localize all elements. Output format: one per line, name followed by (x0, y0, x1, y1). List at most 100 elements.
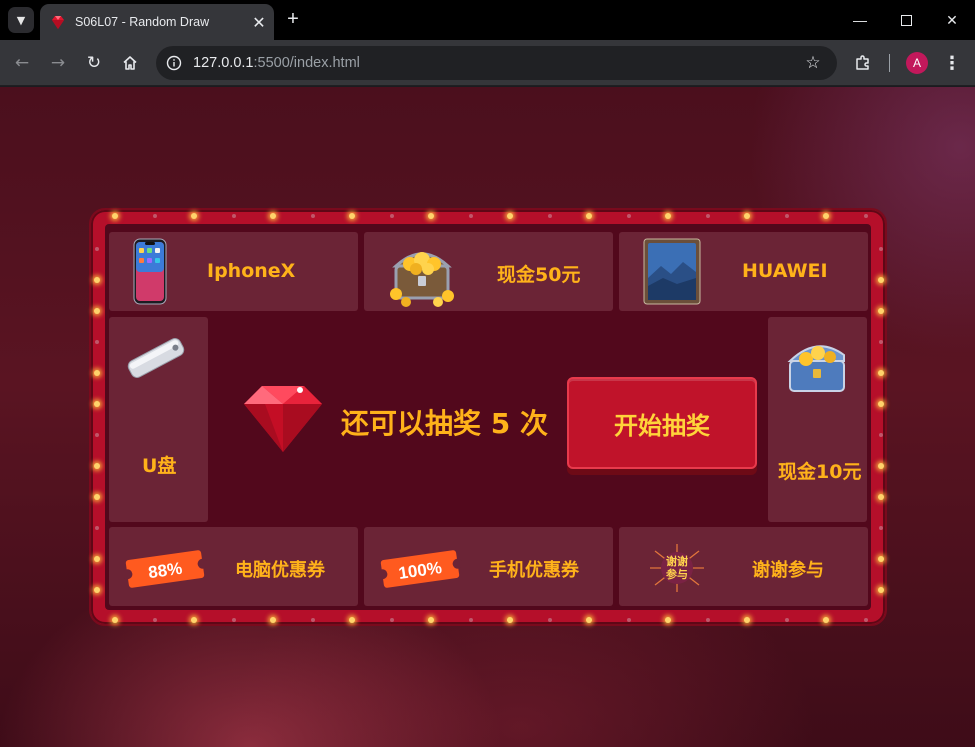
home-icon (123, 56, 137, 70)
marquee-bulb (95, 247, 99, 251)
prize-label-thanks: 谢谢参与 (752, 560, 824, 581)
marquee-bulb (389, 618, 394, 622)
extensions-puzzle-icon[interactable] (851, 51, 875, 75)
thanks-badge-line1: 谢谢 (666, 554, 688, 568)
marquee-bulb (878, 308, 884, 314)
marquee-bulb (94, 494, 100, 500)
more-menu-icon[interactable]: ⋮ (940, 51, 964, 75)
start-draw-label: 开始抽奖 (614, 411, 710, 440)
marquee-bulb (547, 214, 552, 218)
gem-favicon-icon (52, 16, 64, 29)
prize-label-cash50: 现金50元 (497, 264, 581, 286)
marquee-bulb (94, 463, 100, 469)
start-draw-button[interactable]: 开始抽奖 (567, 377, 757, 469)
marquee-bulb (744, 213, 750, 219)
prize-cell-cash10: 现金10元 (768, 317, 867, 522)
iphone-icon (133, 238, 167, 305)
minimize-window-button[interactable]: — (837, 0, 883, 40)
marquee-bulb (878, 401, 884, 407)
tab-title: S06L07 - Random Draw (75, 15, 210, 29)
prize-cell-cash50: 现金50元 (364, 232, 613, 311)
marquee-bulb (879, 340, 883, 344)
marquee-bulb (784, 618, 789, 622)
prize-label-phone-coupon: 手机优惠券 (489, 560, 579, 581)
marquee-bulb (389, 214, 394, 218)
prize-label-iphone: IphoneX (207, 260, 296, 282)
marquee-bulb (784, 214, 789, 218)
marquee-bulb (878, 277, 884, 283)
url-host: 127.0.0.1 (193, 55, 254, 71)
prize-cell-thanks: 谢谢 参与 谢谢参与 (619, 527, 868, 606)
small-chest-icon (787, 345, 845, 392)
prize-label-cash10: 现金10元 (778, 461, 862, 483)
marquee-bulb (231, 214, 236, 218)
home-button[interactable] (116, 49, 144, 77)
marquee-bulb (94, 370, 100, 376)
marquee-bulb (586, 213, 592, 219)
marquee-bulb (152, 618, 157, 622)
maximize-window-button[interactable] (883, 0, 929, 40)
marquee-bulb (586, 617, 592, 623)
toolbar-divider (889, 54, 890, 72)
marquee-bulb (270, 213, 276, 219)
marquee-bulb (310, 214, 315, 218)
marquee-bulb (231, 618, 236, 622)
ruby-gem-icon (244, 386, 322, 452)
marquee-bulb (152, 214, 157, 218)
prize-label-usb: U盘 (142, 455, 177, 477)
treasure-chest-icon (390, 252, 454, 307)
prize-cell-iphone: IphoneX (109, 232, 358, 311)
usb-drive-icon (127, 338, 185, 378)
prize-label-pc-coupon: 电脑优惠券 (235, 560, 325, 581)
marquee-bulb (112, 213, 118, 219)
profile-avatar[interactable]: A (906, 52, 928, 74)
chevron-down-icon: ▼ (16, 13, 26, 27)
forward-button[interactable]: → (44, 49, 72, 77)
marquee-bulb (428, 213, 434, 219)
close-tab-icon[interactable]: ✕ (248, 11, 270, 33)
marquee-bulb (863, 618, 868, 622)
marquee-bulb (507, 213, 513, 219)
marquee-bulb (310, 618, 315, 622)
marquee-bulb (191, 617, 197, 623)
marquee-bulb (95, 433, 99, 437)
bookmark-star-icon[interactable]: ☆ (801, 51, 825, 75)
marquee-bulb (95, 340, 99, 344)
marquee-bulb (94, 401, 100, 407)
marquee-bulb (547, 618, 552, 622)
marquee-bulb (705, 618, 710, 622)
marquee-bulb (863, 214, 868, 218)
reload-button[interactable]: ↻ (80, 49, 108, 77)
close-icon: ✕ (946, 11, 958, 28)
url-text[interactable]: 127.0.0.1:5500/index.html (193, 55, 801, 71)
minimize-icon: — (853, 12, 867, 28)
marquee-bulb (94, 587, 100, 593)
marquee-bulb (705, 214, 710, 218)
site-info-icon[interactable] (163, 52, 185, 74)
marquee-bulb (94, 308, 100, 314)
marquee-bulb (823, 213, 829, 219)
new-tab-icon[interactable]: + (282, 8, 304, 30)
prize-cell-usb: U盘 (109, 317, 208, 522)
marquee-bulb (349, 213, 355, 219)
marquee-bulb (665, 213, 671, 219)
marquee-bulb (112, 617, 118, 623)
address-bar[interactable]: 127.0.0.1:5500/index.html ☆ (156, 46, 837, 80)
marquee-bulb (507, 617, 513, 623)
tab-search-button[interactable]: ▼ (8, 7, 34, 33)
active-tab[interactable]: S06L07 - Random Draw ✕ (40, 4, 274, 40)
close-window-button[interactable]: ✕ (929, 0, 975, 40)
thanks-badge-line2: 参与 (666, 567, 688, 581)
arrow-left-icon: ← (14, 53, 30, 73)
back-button[interactable]: ← (8, 49, 36, 77)
browser-toolbar: ← → ↻ 127.0.0.1:5500/index.html ☆ A ⋮ (0, 40, 975, 86)
marquee-bulb (878, 370, 884, 376)
marquee-bulb (94, 277, 100, 283)
marquee-bulb (665, 617, 671, 623)
prize-cell-pc-coupon: 88% 电脑优惠券 (109, 527, 358, 606)
marquee-bulb (879, 433, 883, 437)
marquee-bulb (468, 618, 473, 622)
page-viewport: IphoneX 现金50元 HUAWEI U盘 现金10元 还可以抽奖 5 次 … (0, 87, 975, 747)
url-path: :5500/index.html (253, 55, 360, 71)
marquee-bulb (878, 556, 884, 562)
